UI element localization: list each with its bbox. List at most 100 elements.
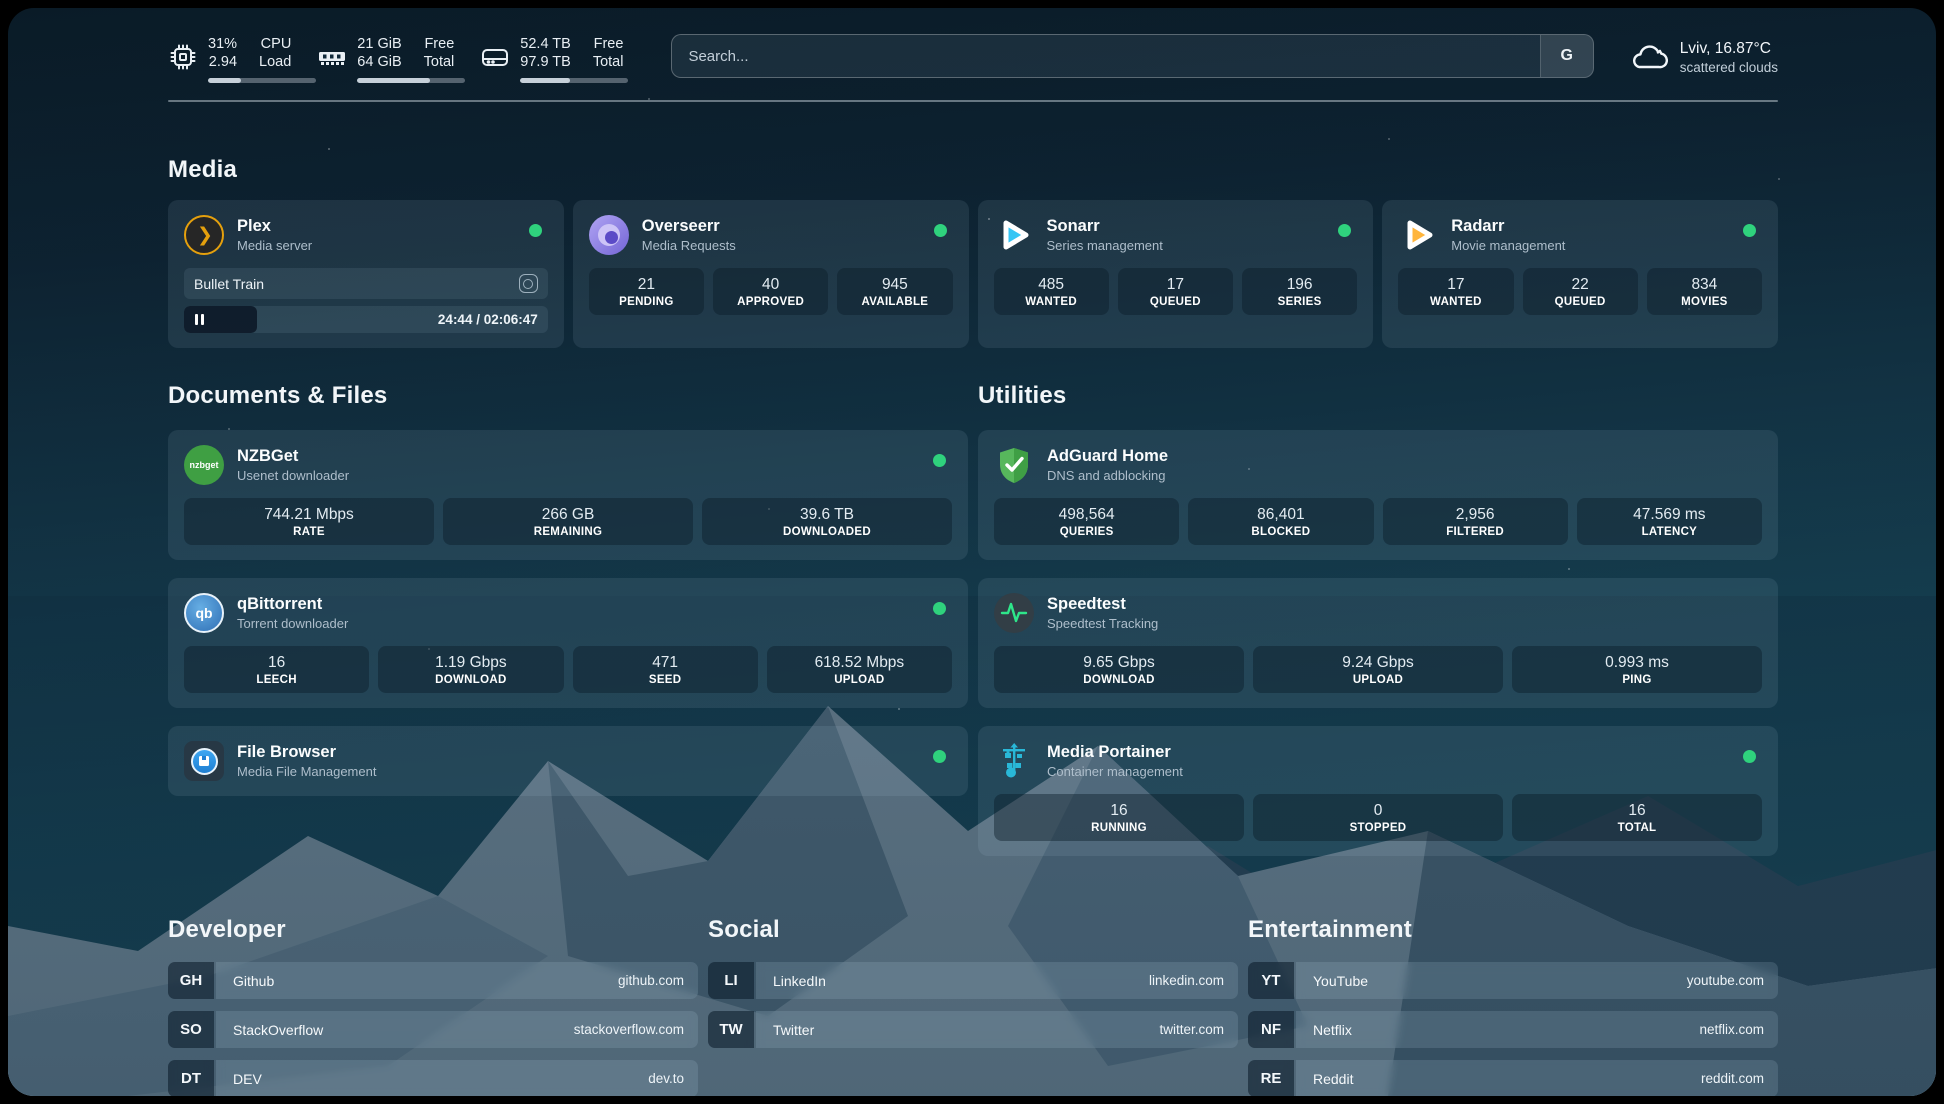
link-github[interactable]: GH Githubgithub.com — [168, 962, 698, 999]
pause-icon[interactable] — [195, 314, 204, 325]
now-playing-title: Bullet Train — [194, 276, 264, 292]
speedtest-card[interactable]: Speedtest Speedtest Tracking 9.65 GbpsDO… — [978, 578, 1778, 708]
developer-section: Developer GH Githubgithub.com SO StackOv… — [168, 916, 698, 1096]
link-netflix[interactable]: NF Netflixnetflix.com — [1248, 1011, 1778, 1048]
linkedin-abbr-tag: LI — [708, 962, 754, 999]
portainer-stat-running[interactable]: 16RUNNING — [994, 794, 1244, 841]
plex-status-dot — [529, 224, 542, 237]
adguard-title: AdGuard Home — [1047, 447, 1168, 466]
sonarr-stat-series[interactable]: 196SERIES — [1242, 268, 1357, 315]
link-dev[interactable]: DT DEVdev.to — [168, 1060, 698, 1096]
filebrowser-card[interactable]: File Browser Media File Management — [168, 726, 968, 796]
plex-title: Plex — [237, 217, 312, 236]
plex-now-playing-row[interactable]: Bullet Train — [184, 268, 548, 299]
github-abbr-tag: GH — [168, 962, 214, 999]
search-engine-button[interactable]: G — [1540, 35, 1593, 77]
cpu-stat: 31%2.94 CPULoad — [168, 36, 291, 83]
playback-time: 24:44 / 02:06:47 — [438, 306, 538, 333]
link-stackoverflow[interactable]: SO StackOverflowstackoverflow.com — [168, 1011, 698, 1048]
radarr-stat-movies[interactable]: 834MOVIES — [1647, 268, 1762, 315]
link-twitter[interactable]: TW Twittertwitter.com — [708, 1011, 1238, 1048]
filebrowser-icon — [184, 741, 224, 781]
radarr-stat-queued[interactable]: 22QUEUED — [1523, 268, 1638, 315]
overseerr-stat-approved[interactable]: 40APPROVED — [713, 268, 828, 315]
ram-labels: FreeTotal — [424, 36, 455, 71]
overseerr-stat-pending[interactable]: 21PENDING — [589, 268, 704, 315]
documents-heading: Documents & Files — [168, 382, 968, 410]
twitter-abbr-tag: TW — [708, 1011, 754, 1048]
nzbget-stat-downloaded[interactable]: 39.6 TBDOWNLOADED — [702, 498, 952, 545]
overseerr-card[interactable]: Overseerr Media Requests 21PENDING 40APP… — [573, 200, 969, 348]
cloud-icon — [1628, 40, 1668, 74]
portainer-subtitle: Container management — [1047, 764, 1183, 779]
dashboard: 31%2.94 CPULoad — [8, 8, 1936, 1096]
ram-icon — [317, 42, 347, 72]
plex-subtitle: Media server — [237, 238, 312, 253]
youtube-abbr-tag: YT — [1248, 962, 1294, 999]
qbittorrent-stat-seed[interactable]: 471SEED — [573, 646, 758, 693]
search-input[interactable] — [672, 35, 1539, 77]
sonarr-icon — [994, 215, 1034, 255]
dev-abbr-tag: DT — [168, 1060, 214, 1096]
nzbget-stat-rate[interactable]: 744.21 MbpsRATE — [184, 498, 434, 545]
portainer-stat-total[interactable]: 16TOTAL — [1512, 794, 1762, 841]
nzbget-status-dot — [933, 454, 946, 467]
plex-card[interactable]: ❯ Plex Media server Bullet Train — [168, 200, 564, 348]
disk-stat: 52.4 TB97.9 TB FreeTotal — [480, 36, 623, 83]
media-heading: Media — [168, 156, 1778, 184]
sonarr-stat-wanted[interactable]: 485WANTED — [994, 268, 1109, 315]
adguard-stat-filtered[interactable]: 2,956FILTERED — [1383, 498, 1568, 545]
sonarr-card[interactable]: Sonarr Series management 485WANTED 17QUE… — [978, 200, 1374, 348]
speedtest-stat-upload[interactable]: 9.24 GbpsUPLOAD — [1253, 646, 1503, 693]
disk-values: 52.4 TB97.9 TB — [520, 36, 571, 71]
radarr-status-dot — [1743, 224, 1756, 237]
qbittorrent-icon: qb — [184, 593, 224, 633]
weather-condition: scattered clouds — [1680, 60, 1778, 75]
cpu-progress-bar — [208, 78, 316, 83]
qbittorrent-stat-leech[interactable]: 16LEECH — [184, 646, 369, 693]
speedtest-subtitle: Speedtest Tracking — [1047, 616, 1158, 631]
sonarr-title: Sonarr — [1047, 217, 1163, 236]
speedtest-icon — [994, 593, 1034, 633]
nzbget-subtitle: Usenet downloader — [237, 468, 349, 483]
adguard-card[interactable]: AdGuard Home DNS and adblocking 498,564Q… — [978, 430, 1778, 560]
nzbget-card[interactable]: nzbget NZBGet Usenet downloader 744.21 M… — [168, 430, 968, 560]
overseerr-stat-available[interactable]: 945AVAILABLE — [837, 268, 952, 315]
portainer-card[interactable]: Media Portainer Container management 16R… — [978, 726, 1778, 856]
adguard-stat-queries[interactable]: 498,564QUERIES — [994, 498, 1179, 545]
search-bar[interactable]: G — [671, 34, 1593, 78]
qbittorrent-card[interactable]: qb qBittorrent Torrent downloader 16LEEC… — [168, 578, 968, 708]
sonarr-stat-queued[interactable]: 17QUEUED — [1118, 268, 1233, 315]
qbittorrent-stat-upload[interactable]: 618.52 MbpsUPLOAD — [767, 646, 952, 693]
radarr-stat-wanted[interactable]: 17WANTED — [1398, 268, 1513, 315]
qbittorrent-stat-download[interactable]: 1.19 GbpsDOWNLOAD — [378, 646, 563, 693]
link-linkedin[interactable]: LI LinkedInlinkedin.com — [708, 962, 1238, 999]
weather-widget[interactable]: Lviv, 16.87°C scattered clouds — [1628, 40, 1778, 75]
portainer-title: Media Portainer — [1047, 743, 1183, 762]
portainer-stat-stopped[interactable]: 0STOPPED — [1253, 794, 1503, 841]
cpu-labels: CPULoad — [259, 36, 291, 71]
plex-player-bar[interactable]: 24:44 / 02:06:47 — [184, 306, 548, 333]
link-reddit[interactable]: RE Redditreddit.com — [1248, 1060, 1778, 1096]
overseerr-icon — [589, 215, 629, 255]
qbittorrent-subtitle: Torrent downloader — [237, 616, 348, 631]
social-section: Social LI LinkedInlinkedin.com TW Twitte… — [708, 916, 1238, 1096]
developer-heading: Developer — [168, 916, 698, 944]
filebrowser-subtitle: Media File Management — [237, 764, 376, 779]
radarr-card[interactable]: Radarr Movie management 17WANTED 22QUEUE… — [1382, 200, 1778, 348]
speedtest-stat-download[interactable]: 9.65 GbpsDOWNLOAD — [994, 646, 1244, 693]
disk-icon — [480, 42, 510, 72]
nzbget-stat-remaining[interactable]: 266 GBREMAINING — [443, 498, 693, 545]
adguard-stat-blocked[interactable]: 86,401BLOCKED — [1188, 498, 1373, 545]
ram-progress-bar — [357, 78, 465, 83]
speedtest-stat-ping[interactable]: 0.993 msPING — [1512, 646, 1762, 693]
session-settings-icon[interactable] — [519, 274, 538, 293]
overseerr-title: Overseerr — [642, 217, 736, 236]
link-youtube[interactable]: YT YouTubeyoutube.com — [1248, 962, 1778, 999]
qbittorrent-status-dot — [933, 602, 946, 615]
disk-labels: FreeTotal — [593, 36, 624, 71]
adguard-stat-latency[interactable]: 47.569 msLATENCY — [1577, 498, 1762, 545]
portainer-status-dot — [1743, 750, 1756, 763]
stackoverflow-abbr-tag: SO — [168, 1011, 214, 1048]
nzbget-icon: nzbget — [184, 445, 224, 485]
